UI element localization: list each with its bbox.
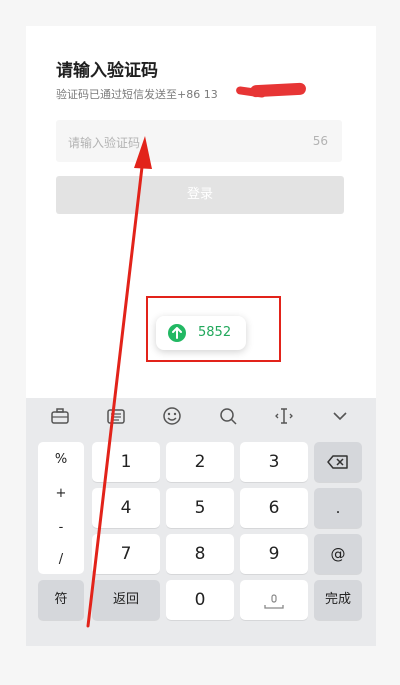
page-subtitle: 验证码已通过短信发送至+86 13 bbox=[56, 88, 218, 101]
backspace-icon bbox=[327, 455, 348, 469]
key-9[interactable]: 9 bbox=[240, 534, 308, 574]
arrow-up-icon bbox=[168, 324, 186, 342]
emoji-icon[interactable] bbox=[152, 398, 192, 434]
back-key[interactable]: 返回 bbox=[92, 580, 160, 620]
microphone-icon bbox=[264, 594, 284, 609]
backspace-key[interactable] bbox=[314, 442, 362, 482]
verification-code-input[interactable]: 请输入验证码 56 bbox=[56, 120, 342, 162]
keyboard-layout-icon[interactable] bbox=[96, 398, 136, 434]
keyboard-toolbar bbox=[26, 398, 376, 434]
key-7[interactable]: 7 bbox=[92, 534, 160, 574]
symbol-column: % + - / bbox=[38, 442, 84, 574]
key-8[interactable]: 8 bbox=[166, 534, 234, 574]
code-suggestion-chip[interactable]: 5852 bbox=[156, 316, 246, 350]
resend-countdown: 56 bbox=[312, 134, 328, 148]
phone-screen: 请输入验证码 验证码已通过短信发送至+86 13 请输入验证码 56 登录 58… bbox=[26, 26, 376, 646]
suggested-code: 5852 bbox=[198, 325, 232, 340]
toolbox-icon[interactable] bbox=[40, 398, 80, 434]
redaction-mark bbox=[249, 82, 307, 98]
symbol-key-slash[interactable]: / bbox=[38, 552, 84, 567]
symbol-key-minus[interactable]: - bbox=[38, 520, 84, 535]
space-key[interactable] bbox=[240, 580, 308, 620]
key-5[interactable]: 5 bbox=[166, 488, 234, 528]
login-button[interactable]: 登录 bbox=[56, 176, 344, 214]
done-key[interactable]: 完成 bbox=[314, 580, 362, 620]
at-key[interactable]: @ bbox=[314, 534, 362, 574]
search-icon[interactable] bbox=[208, 398, 248, 434]
symbol-key-percent[interactable]: % bbox=[38, 452, 84, 467]
dot-key[interactable]: . bbox=[314, 488, 362, 528]
key-0[interactable]: 0 bbox=[166, 580, 234, 620]
symbols-key[interactable]: 符 bbox=[38, 580, 84, 620]
key-1[interactable]: 1 bbox=[92, 442, 160, 482]
key-2[interactable]: 2 bbox=[166, 442, 234, 482]
symbol-key-plus[interactable]: + bbox=[38, 486, 84, 501]
key-4[interactable]: 4 bbox=[92, 488, 160, 528]
cursor-icon[interactable] bbox=[264, 398, 304, 434]
code-placeholder: 请输入验证码 bbox=[68, 136, 141, 150]
key-3[interactable]: 3 bbox=[240, 442, 308, 482]
collapse-icon[interactable] bbox=[320, 398, 360, 434]
key-6[interactable]: 6 bbox=[240, 488, 308, 528]
numeric-keyboard: % + - / 1 2 3 4 5 6 . 7 8 9 @ 符 返回 0 完成 bbox=[26, 398, 376, 646]
page-title: 请输入验证码 bbox=[56, 61, 158, 81]
